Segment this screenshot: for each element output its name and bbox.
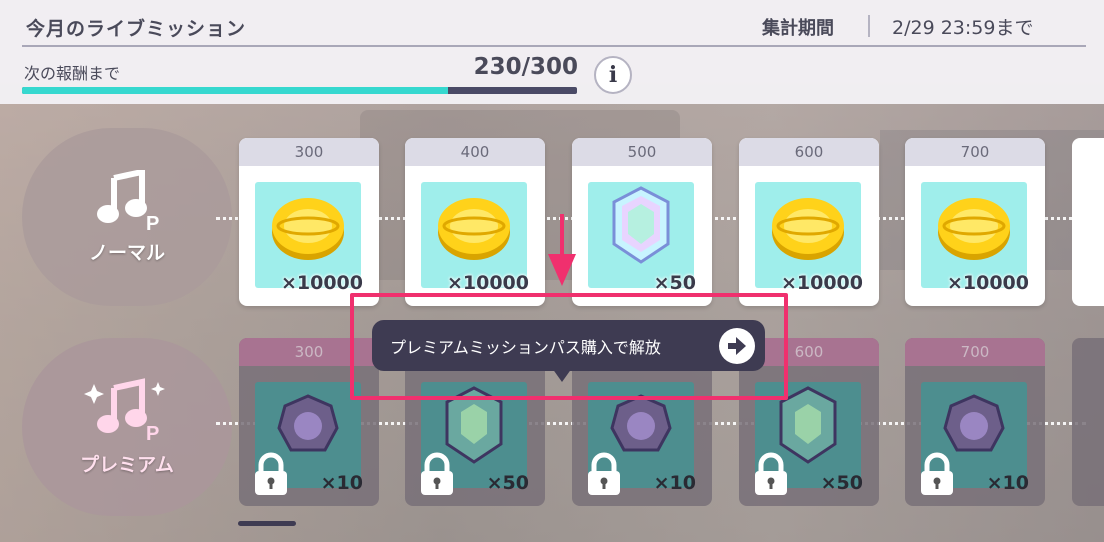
lock-icon <box>588 452 620 495</box>
coin-icon <box>272 198 344 260</box>
progress-fill <box>22 87 448 94</box>
divider <box>22 45 1086 47</box>
coin-icon <box>772 198 844 260</box>
normal-reward-card[interactable]: 300 ×10000 <box>239 138 379 306</box>
horizontal-scrollbar[interactable] <box>238 521 296 526</box>
reward-points: 600 <box>739 138 879 166</box>
unlock-premium-tooltip[interactable]: プレミアムミッションパス購入で解放 <box>372 320 765 371</box>
reward-quantity: ×10000 <box>446 272 529 294</box>
normal-reward-card[interactable]: 700 ×10000 <box>905 138 1045 306</box>
normal-reward-card[interactable]: 500 ×50 <box>572 138 712 306</box>
progress-value: 230/300 <box>473 54 578 80</box>
reward-quantity: ×50 <box>820 472 863 494</box>
music-note-sparkle-icon: P <box>84 377 165 444</box>
svg-text:P: P <box>146 423 159 444</box>
normal-reward-card[interactable]: 600 ×10000 <box>739 138 879 306</box>
premium-track-badge: P プレミアム <box>22 338 232 516</box>
tooltip-text: プレミアムミッションパス購入で解放 <box>390 337 661 357</box>
lock-icon <box>921 452 953 495</box>
lock-icon <box>421 452 453 495</box>
mission-header: 今月のライブミッション 集計期間 2/29 23:59まで 次の報酬まで 230… <box>0 0 1104 104</box>
tooltip-tail <box>552 368 572 382</box>
svg-text:P: P <box>146 213 159 232</box>
music-note-icon: P <box>97 169 159 232</box>
premium-reward-card[interactable]: 700 ×10 <box>905 338 1045 506</box>
divider <box>868 15 870 37</box>
normal-track-badge: P ノーマル <box>22 128 232 306</box>
progress-bar <box>22 87 577 94</box>
lock-icon <box>255 452 287 495</box>
period-label: 集計期間 <box>762 18 834 39</box>
reward-quantity: ×10000 <box>280 272 363 294</box>
reward-points: 400 <box>405 138 545 166</box>
arrow-right-icon <box>728 336 746 355</box>
normal-track-label: ノーマル <box>88 241 165 264</box>
period-value: 2/29 23:59まで <box>892 17 1034 39</box>
go-button[interactable] <box>719 327 755 364</box>
reward-quantity: ×50 <box>653 272 696 294</box>
reward-points: 700 <box>905 338 1045 366</box>
reward-quantity: ×10000 <box>780 272 863 294</box>
reward-quantity: ×10 <box>320 472 363 494</box>
coin-icon <box>438 198 510 260</box>
arrow-down-icon <box>548 214 576 286</box>
normal-reward-card[interactable]: 400 ×10000 <box>405 138 545 306</box>
reward-quantity: ×10000 <box>946 272 1029 294</box>
normal-reward-card-next[interactable] <box>1072 138 1104 306</box>
reward-quantity: ×10 <box>653 472 696 494</box>
reward-quantity: ×50 <box>486 472 529 494</box>
next-reward-label: 次の報酬まで <box>24 64 121 83</box>
reward-quantity: ×10 <box>986 472 1029 494</box>
reward-points: 500 <box>572 138 712 166</box>
page-title: 今月のライブミッション <box>26 18 247 40</box>
crystal-icon <box>612 186 670 264</box>
lock-icon <box>755 452 787 495</box>
premium-track-label: プレミアム <box>80 453 174 476</box>
coin-icon <box>938 198 1010 260</box>
info-button[interactable]: i <box>594 56 632 94</box>
premium-reward-card-next[interactable] <box>1072 338 1104 506</box>
reward-points: 300 <box>239 138 379 166</box>
reward-points: 700 <box>905 138 1045 166</box>
